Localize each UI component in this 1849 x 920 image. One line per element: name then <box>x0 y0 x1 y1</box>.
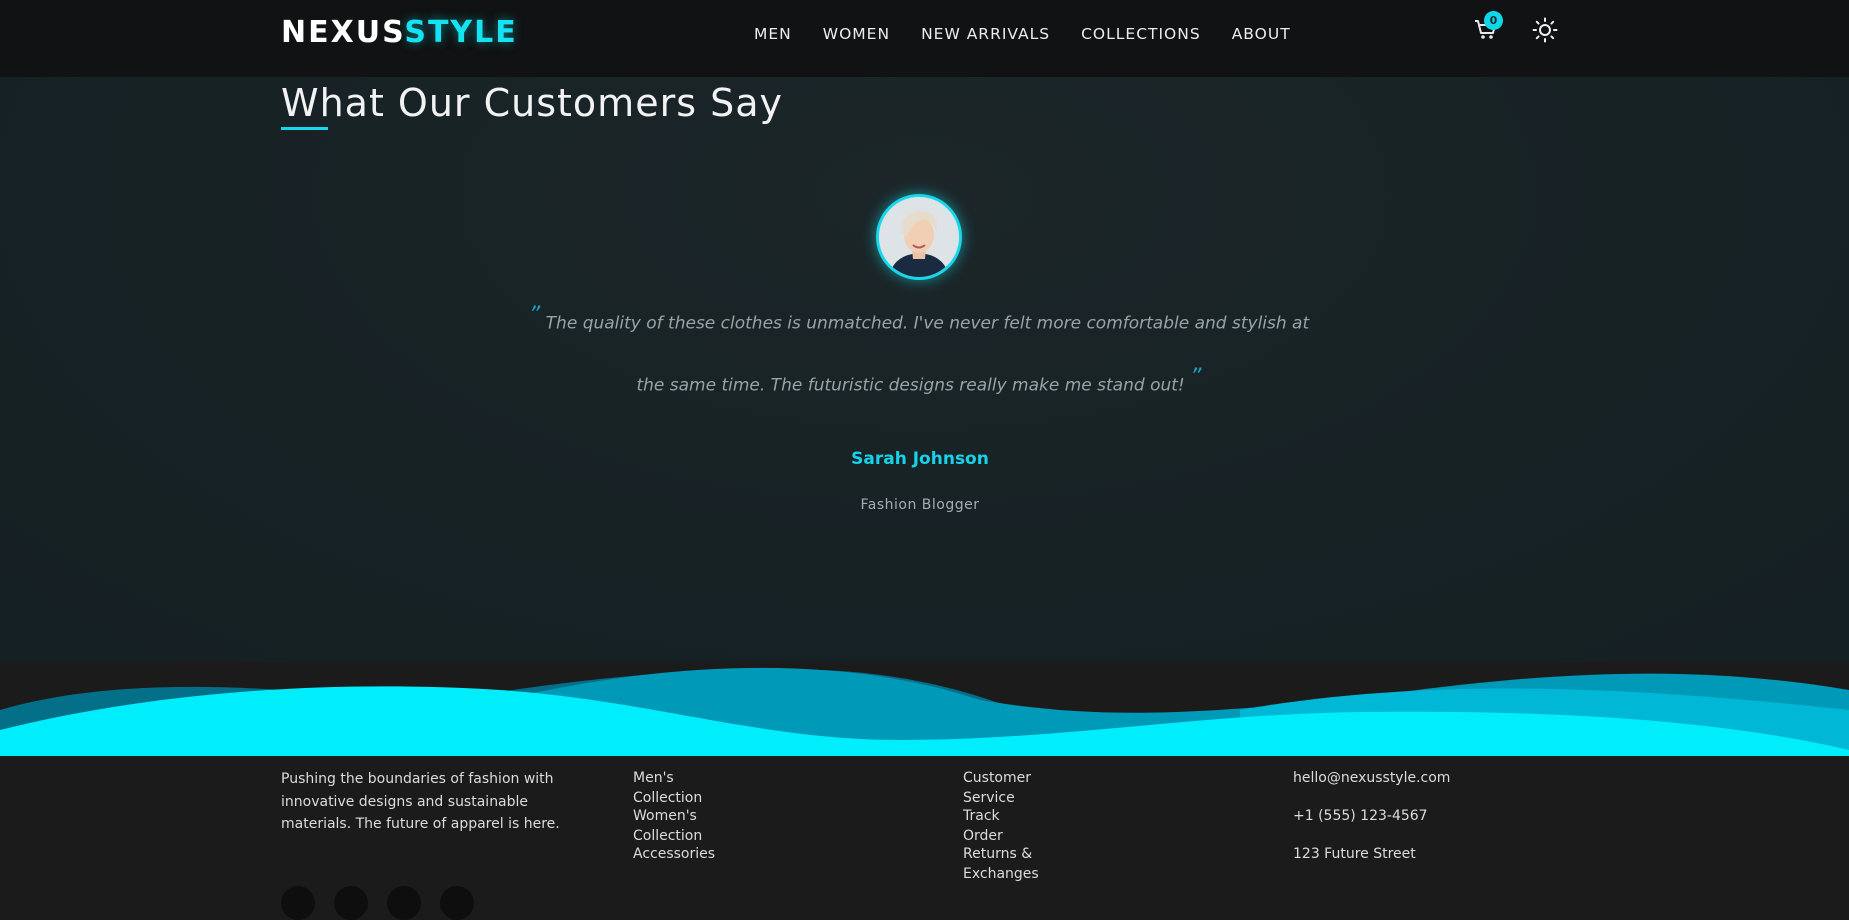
footer-contact-address: 123 Future Street <box>1293 846 1416 862</box>
footer-help-links: Customer Service Track Order Returns & E… <box>963 768 1039 882</box>
social-icon[interactable] <box>281 886 315 920</box>
testimonial-author: Sarah Johnson <box>851 449 989 469</box>
footer-contact-email[interactable]: hello@nexusstyle.com <box>1293 768 1450 806</box>
social-icon[interactable] <box>334 886 368 920</box>
footer-about-text: Pushing the boundaries of fashion with i… <box>281 771 560 832</box>
footer-link-returns[interactable]: Returns & Exchanges <box>963 844 1039 882</box>
cart-count-badge: 0 <box>1484 11 1503 30</box>
social-icon[interactable] <box>387 886 421 920</box>
testimonial-role: Fashion Blogger <box>860 497 980 513</box>
nav-men[interactable]: MEN <box>754 24 792 44</box>
nav-collections[interactable]: COLLECTIONS <box>1081 24 1201 44</box>
footer-link-customer-service[interactable]: Customer Service <box>963 768 1039 806</box>
brand-name-part1: NEXUS <box>281 15 405 50</box>
title-underline <box>281 127 328 130</box>
main-nav: MEN WOMEN NEW ARRIVALS COLLECTIONS ABOUT <box>754 24 1322 44</box>
section-title: What Our Customers Say <box>281 81 783 125</box>
footer-link-track-order[interactable]: Track Order <box>963 806 1039 844</box>
footer-link-mens-collection[interactable]: Men's Collection <box>633 768 715 806</box>
footer-contact-phone[interactable]: +1 (555) 123-4567 <box>1293 806 1450 844</box>
footer-shop-links: Men's Collection Women's Collection Acce… <box>633 768 715 882</box>
footer-link-accessories[interactable]: Accessories <box>633 844 715 882</box>
testimonial-quote: ” The quality of these clothes is unmatc… <box>520 289 1318 412</box>
customer-avatar <box>876 194 962 280</box>
social-icon[interactable] <box>440 886 474 920</box>
nav-new-arrivals[interactable]: NEW ARRIVALS <box>921 24 1050 44</box>
sun-icon[interactable] <box>1532 17 1558 43</box>
nav-about[interactable]: ABOUT <box>1232 24 1291 44</box>
close-quote-mark: ” <box>1190 364 1202 390</box>
nav-women[interactable]: WOMEN <box>823 24 890 44</box>
footer-contact-list: hello@nexusstyle.com +1 (555) 123-4567 1… <box>1293 768 1450 882</box>
site-header: NEXUSSTYLE MEN WOMEN NEW ARRIVALS COLLEC… <box>0 0 1849 77</box>
footer-link-womens-collection[interactable]: Women's Collection <box>633 806 715 844</box>
brand-name-part2: STYLE <box>404 15 518 50</box>
open-quote-mark: ” <box>528 303 541 328</box>
decorative-wave <box>0 667 1849 756</box>
brand-logo[interactable]: NEXUSSTYLE <box>281 15 518 51</box>
testimonials-section: What Our Customers Say ” The quality of … <box>0 77 1849 662</box>
